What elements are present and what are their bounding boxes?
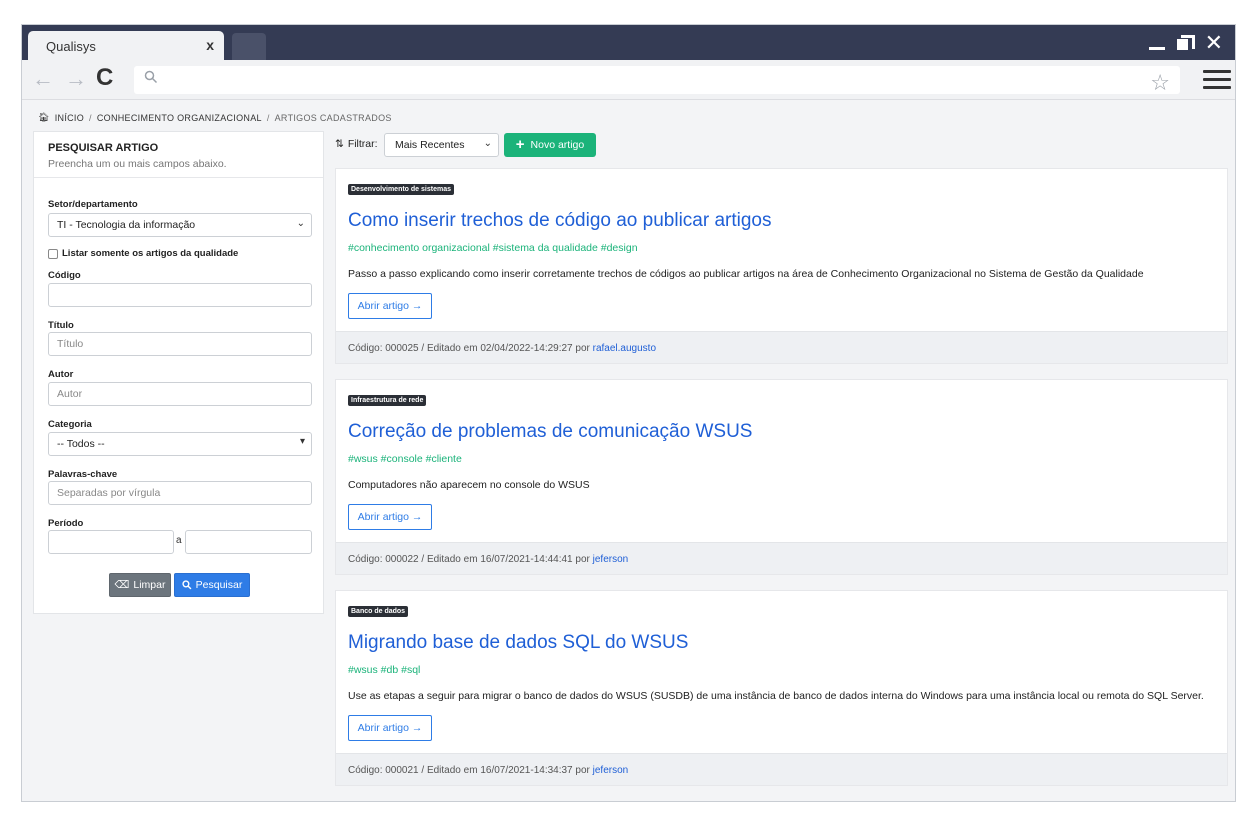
article-title[interactable]: Como inserir trechos de código ao public… bbox=[348, 210, 772, 232]
chevron-down-icon: ⌄ bbox=[296, 218, 305, 229]
new-article-button[interactable]: + Novo artigo bbox=[504, 133, 596, 157]
open-article-button[interactable]: Abrir artigo → bbox=[348, 715, 432, 741]
article-meta: Código: 000025 / Editado em 02/04/2022-1… bbox=[348, 343, 590, 354]
forward-arrow-icon[interactable]: → bbox=[65, 66, 87, 92]
author-link[interactable]: rafael.augusto bbox=[593, 343, 656, 354]
caret-down-icon: ▾ bbox=[299, 436, 305, 447]
article-footer: Código: 000025 / Editado em 02/04/2022-1… bbox=[336, 331, 1227, 363]
article-tags[interactable]: #conhecimento organizacional #sistema da… bbox=[348, 242, 638, 254]
categoria-value: -- Todos -- bbox=[57, 438, 105, 450]
tab-close-button[interactable]: x bbox=[206, 37, 214, 53]
article-title[interactable]: Correção de problemas de comunicação WSU… bbox=[348, 421, 752, 443]
autor-input[interactable]: Autor bbox=[48, 382, 312, 406]
new-article-label: Novo artigo bbox=[530, 139, 585, 151]
categoria-label: Categoria bbox=[48, 419, 92, 430]
clear-button-label: Limpar bbox=[133, 579, 166, 591]
browser-window: Qualisys x ✕ ← → C ☆ 🏠︎ INÍCIO / CONHECI… bbox=[21, 24, 1236, 802]
bookmark-star-icon[interactable]: ☆ bbox=[1150, 70, 1170, 96]
periodo-separator: a bbox=[176, 535, 182, 546]
search-panel: PESQUISAR ARTIGO Preencha um ou mais cam… bbox=[33, 131, 324, 614]
author-link[interactable]: jeferson bbox=[593, 554, 629, 565]
category-badge: Desenvolvimento de sistemas bbox=[348, 184, 454, 195]
filter-label-text: Filtrar: bbox=[347, 138, 378, 150]
filter-label: ⇅ Filtrar: bbox=[335, 138, 378, 150]
breadcrumb-current: ARTIGOS CADASTRADOS bbox=[274, 112, 392, 123]
search-panel-header: PESQUISAR ARTIGO Preencha um ou mais cam… bbox=[34, 132, 323, 178]
article-title[interactable]: Migrando base de dados SQL do WSUS bbox=[348, 632, 688, 654]
clear-button[interactable]: ⌫ Limpar bbox=[109, 573, 171, 597]
search-button[interactable]: Pesquisar bbox=[174, 573, 250, 597]
periodo-end-input[interactable] bbox=[185, 530, 312, 554]
chevron-down-icon: ⌄ bbox=[483, 138, 492, 149]
reload-icon[interactable]: C bbox=[96, 64, 113, 92]
article-description: Use as etapas a seguir para migrar o ban… bbox=[348, 690, 1204, 702]
category-badge: Banco de dados bbox=[348, 606, 409, 617]
plus-icon: + bbox=[515, 136, 525, 153]
article-card: Banco de dados Migrando base de dados SQ… bbox=[335, 590, 1228, 786]
open-article-button[interactable]: Abrir artigo → bbox=[348, 293, 432, 319]
titulo-label: Título bbox=[48, 320, 74, 331]
palavras-label: Palavras-chave bbox=[48, 469, 118, 480]
search-panel-title: PESQUISAR ARTIGO bbox=[48, 142, 159, 154]
codigo-input[interactable] bbox=[48, 283, 312, 307]
search-icon bbox=[181, 580, 192, 590]
author-link[interactable]: jeferson bbox=[593, 765, 629, 776]
breadcrumb-home[interactable]: INÍCIO bbox=[55, 113, 84, 123]
close-window-icon[interactable]: ✕ bbox=[1205, 32, 1223, 54]
article-tags[interactable]: #wsus #db #sql bbox=[348, 664, 420, 676]
breadcrumb: 🏠︎ INÍCIO / CONHECIMENTO ORGANIZACIONAL … bbox=[38, 112, 392, 123]
restore-icon[interactable] bbox=[1176, 35, 1195, 51]
window-controls: ✕ bbox=[1148, 29, 1223, 54]
title-bar: Qualisys x ✕ bbox=[22, 25, 1235, 60]
breadcrumb-section[interactable]: CONHECIMENTO ORGANIZACIONAL bbox=[97, 113, 262, 123]
hamburger-menu-icon[interactable] bbox=[1203, 70, 1231, 90]
address-bar: ← → C ☆ bbox=[22, 60, 1235, 100]
search-panel-subtitle: Preencha um ou mais campos abaixo. bbox=[48, 158, 227, 170]
article-tags[interactable]: #wsus #console #cliente bbox=[348, 453, 462, 465]
autor-label: Autor bbox=[48, 369, 74, 380]
palavras-input[interactable]: Separadas por vírgula bbox=[48, 481, 312, 505]
page-content: 🏠︎ INÍCIO / CONHECIMENTO ORGANIZACIONAL … bbox=[22, 101, 1235, 801]
filter-value: Mais Recentes bbox=[395, 139, 465, 151]
sort-icon: ⇅ bbox=[335, 138, 344, 150]
open-article-button[interactable]: Abrir artigo → bbox=[348, 504, 432, 530]
minimize-icon[interactable] bbox=[1148, 47, 1165, 50]
article-card: Infraestrutura de rede Correção de probl… bbox=[335, 379, 1228, 575]
periodo-start-input[interactable] bbox=[48, 530, 174, 554]
article-meta: Código: 000022 / Editado em 16/07/2021-1… bbox=[348, 554, 590, 565]
article-footer: Código: 000021 / Editado em 16/07/2021-1… bbox=[336, 753, 1227, 785]
article-meta: Código: 000021 / Editado em 16/07/2021-1… bbox=[348, 765, 590, 776]
category-badge: Infraestrutura de rede bbox=[348, 395, 427, 406]
new-tab-button[interactable] bbox=[232, 33, 266, 60]
quality-only-checkbox[interactable] bbox=[48, 248, 58, 259]
search-icon bbox=[144, 70, 158, 84]
setor-select[interactable]: TI - Tecnologia da informação ⌄ bbox=[48, 213, 312, 237]
article-description: Passo a passo explicando como inserir co… bbox=[348, 268, 1144, 280]
url-input[interactable]: ☆ bbox=[134, 66, 1180, 96]
tab-title: Qualisys bbox=[46, 39, 96, 54]
setor-value: TI - Tecnologia da informação bbox=[57, 219, 196, 231]
titulo-input[interactable]: Título bbox=[48, 332, 312, 356]
quality-only-label: Listar somente os artigos da qualidade bbox=[62, 248, 239, 259]
codigo-label: Código bbox=[48, 270, 81, 281]
back-arrow-icon[interactable]: ← bbox=[32, 66, 54, 92]
categoria-select[interactable]: -- Todos -- ▾ bbox=[48, 432, 312, 456]
article-description: Computadores não aparecem no console do … bbox=[348, 479, 590, 491]
eraser-icon: ⌫ bbox=[114, 579, 130, 591]
filter-select[interactable]: Mais Recentes ⌄ bbox=[384, 133, 499, 157]
search-button-label: Pesquisar bbox=[195, 579, 243, 591]
periodo-label: Período bbox=[48, 518, 84, 529]
article-card: Desenvolvimento de sistemas Como inserir… bbox=[335, 168, 1228, 364]
article-footer: Código: 000022 / Editado em 16/07/2021-1… bbox=[336, 542, 1227, 574]
setor-label: Setor/departamento bbox=[48, 199, 138, 210]
browser-tab[interactable]: Qualisys x bbox=[28, 31, 224, 60]
home-icon: 🏠︎ bbox=[38, 112, 50, 122]
quality-only-checkbox-row[interactable]: Listar somente os artigos da qualidade bbox=[48, 248, 238, 259]
